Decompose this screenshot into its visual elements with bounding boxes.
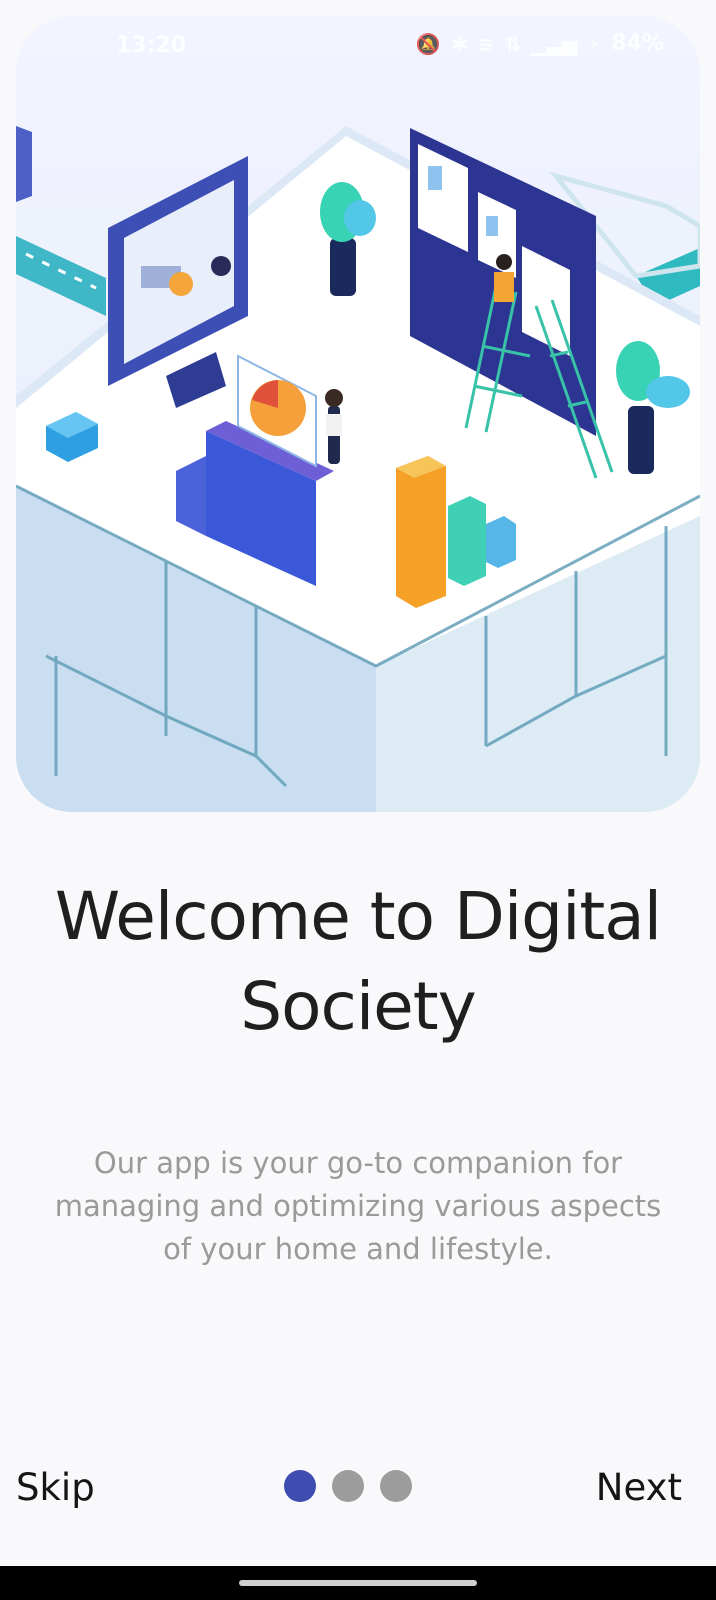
status-time: 13:20: [116, 33, 187, 58]
page-dot-1[interactable]: [284, 1470, 316, 1502]
status-bar: 13:20 🔕 ✱ ≋ ⇅ ▁▃▅ ⚡ 84%: [16, 16, 700, 76]
page-dot-3[interactable]: [380, 1470, 412, 1502]
description-line-3: of your home and lifestyle.: [163, 1232, 553, 1266]
onboarding-screen: 13:20 🔕 ✱ ≋ ⇅ ▁▃▅ ⚡ 84% Welcome to Digit…: [0, 0, 716, 1600]
page-dot-2[interactable]: [332, 1470, 364, 1502]
isometric-office-illustration: [16, 126, 700, 812]
hero-illustration: [16, 16, 700, 812]
title-line-1: Welcome to Digital: [54, 878, 662, 955]
title-line-2: Society: [240, 968, 476, 1045]
home-gesture-handle[interactable]: [239, 1580, 477, 1586]
navigation-bar: [0, 1566, 716, 1600]
skip-button[interactable]: Skip: [16, 1464, 95, 1512]
onboarding-title: Welcome to Digital Society: [30, 872, 686, 1052]
description-line-2: managing and optimizing various aspects: [54, 1189, 662, 1223]
data-icon: ⇅: [504, 32, 522, 56]
battery-level: 84%: [611, 31, 664, 56]
onboarding-description: Our app is your go-to companion for mana…: [24, 1142, 692, 1271]
wifi-icon: ≋: [477, 32, 495, 56]
next-button[interactable]: Next: [596, 1464, 682, 1512]
status-icons: 🔕 ✱ ≋ ⇅ ▁▃▅ ⚡ 84%: [416, 31, 664, 57]
charging-icon: ⚡: [587, 32, 602, 56]
signal-icon: ▁▃▅: [531, 32, 578, 56]
mute-icon: 🔕: [415, 32, 441, 56]
bluetooth-icon: ✱: [450, 32, 468, 56]
description-line-1: Our app is your go-to companion for: [93, 1146, 623, 1180]
page-indicator: [284, 1470, 412, 1502]
